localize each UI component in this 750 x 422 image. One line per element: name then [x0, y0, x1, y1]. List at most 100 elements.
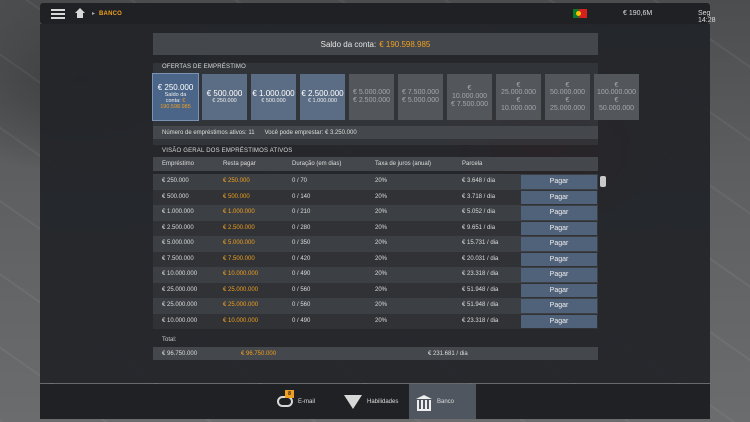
- game-clock: Seg 14:28: [698, 10, 716, 24]
- table-row: € 500.000 € 500.000 0 / 140 20% € 3.718 / di…: [153, 189, 598, 205]
- balance-amount: € 190.598.985: [379, 39, 431, 49]
- cell-remaining: € 10.000.000: [223, 317, 259, 324]
- total-installment: € 231.681 / dia: [428, 351, 468, 357]
- home-icon[interactable]: [74, 8, 86, 19]
- nav-email-label: E-mail: [298, 398, 316, 405]
- cell-rate: 20%: [375, 286, 388, 293]
- loans-table: € 250.000 € 250.000 0 / 70 20% € 3.648 / dia…: [153, 174, 598, 329]
- total-label: Total:: [162, 337, 177, 343]
- cell-installment: € 23.318 / dia: [462, 317, 499, 324]
- table-row: € 25.000.000 € 25.000.000 0 / 560 20% € 51.9…: [153, 282, 598, 298]
- loan-offer-25000000: € 25.000.000 € 10.000.000: [496, 74, 541, 120]
- chevron-right-icon: ▸: [92, 11, 96, 17]
- pay-button[interactable]: Pagar: [521, 237, 597, 251]
- breadcrumb[interactable]: BANCO: [99, 11, 122, 17]
- pay-button[interactable]: Pagar: [521, 268, 597, 282]
- loan-offer-10000000: € 10.000.000 € 7.500.000: [447, 74, 492, 120]
- loan-offer-1000000[interactable]: € 1.000.000 € 500.000: [251, 74, 296, 120]
- cell-remaining: € 10.000.000: [223, 271, 259, 277]
- pay-button[interactable]: Pagar: [521, 190, 597, 204]
- pay-button[interactable]: Pagar: [521, 206, 597, 220]
- nav-bank-label: Banco: [437, 398, 455, 405]
- cell-installment: € 51.948 / dia: [462, 286, 499, 293]
- cell-rate: 20%: [375, 178, 388, 184]
- cell-duration: 0 / 560: [292, 286, 311, 293]
- loan-offer-100000000: € 100.000.000 € 50.000.000: [594, 74, 639, 120]
- loan-offers: € 250.000 Saldo da conta: € 190.598.985 …: [152, 73, 639, 121]
- cell-remaining: € 500.000: [223, 193, 250, 200]
- loan-offer-250000[interactable]: € 250.000 Saldo da conta: € 190.598.985: [152, 73, 199, 121]
- loan-info-bar: Número de empréstimos ativos: 11 Você po…: [153, 126, 598, 139]
- cell-rate: 20%: [375, 255, 388, 262]
- loan-offer-5000000: € 5.000.000 € 2.500.000: [349, 74, 394, 120]
- table-scrollbar[interactable]: [600, 174, 606, 330]
- cell-duration: 0 / 560: [292, 302, 311, 308]
- cell-installment: € 20.031 / dia: [462, 255, 499, 262]
- skills-icon: [344, 394, 362, 409]
- cell-loan: € 1.000.000: [162, 209, 194, 215]
- cell-loan: € 7.500.000: [162, 255, 194, 262]
- total-remaining: € 96.750.000: [241, 351, 277, 357]
- email-icon-wrap: 8: [277, 390, 294, 407]
- cell-remaining: € 250.000: [223, 178, 250, 184]
- table-row: € 2.500.000 € 2.500.000 0 / 280 20% € 9.651 …: [153, 220, 598, 236]
- pay-button[interactable]: Pagar: [521, 283, 597, 297]
- cell-remaining: € 7.500.000: [223, 255, 255, 262]
- cell-remaining: € 25.000.000: [223, 302, 259, 308]
- cell-duration: 0 / 280: [292, 224, 311, 231]
- top-bar: ▸ BANCO € 190,6M Seg 14:28: [40, 3, 716, 24]
- overview-title: VISÃO GERAL DOS EMPRÉSTIMOS ATIVOS: [162, 148, 293, 154]
- pay-button[interactable]: Pagar: [521, 314, 597, 328]
- table-row: € 25.000.000 € 25.000.000 0 / 560 20% € 51.9…: [153, 298, 598, 314]
- cell-loan: € 25.000.000: [162, 286, 198, 293]
- pay-button[interactable]: Pagar: [521, 299, 597, 313]
- table-row: € 5.000.000 € 5.000.000 0 / 350 20% € 15.731…: [153, 236, 598, 252]
- cell-installment: € 15.731 / dia: [462, 240, 499, 246]
- cell-duration: 0 / 70: [292, 178, 308, 184]
- table-row: € 10.000.000 € 10.000.000 0 / 490 20% € 23.3…: [153, 267, 598, 283]
- active-loans-count: Número de empréstimos ativos: 11: [162, 129, 255, 136]
- nav-bank[interactable]: Banco: [409, 384, 476, 419]
- cell-duration: 0 / 140: [292, 193, 311, 200]
- cell-installment: € 9.651 / dia: [462, 224, 496, 231]
- table-header: Empréstimo Resta pagar Duração (em dias)…: [153, 157, 598, 171]
- pay-button[interactable]: Pagar: [521, 252, 597, 266]
- cell-rate: 20%: [375, 240, 388, 246]
- col-remaining: Resta pagar: [223, 161, 256, 167]
- cell-loan: € 25.000.000: [162, 302, 198, 308]
- pay-button[interactable]: Pagar: [521, 221, 597, 235]
- bank-icon: [416, 394, 432, 411]
- bank-panel: Saldo da conta: € 190.598.985 OFERTAS DE…: [40, 24, 710, 383]
- cell-remaining: € 5.000.000: [223, 240, 255, 246]
- loan-offer-2500000[interactable]: € 2.500.000 € 1.000.000: [300, 74, 345, 120]
- cell-rate: 20%: [375, 271, 388, 277]
- cell-duration: 0 / 420: [292, 255, 311, 262]
- menu-icon[interactable]: [51, 8, 65, 19]
- table-row: € 10.000.000 € 10.000.000 0 / 490 20% € 23.3…: [153, 313, 598, 329]
- nav-email[interactable]: 8 E-mail: [277, 384, 325, 419]
- cell-loan: € 5.000.000: [162, 240, 194, 246]
- cell-installment: € 23.318 / dia: [462, 271, 499, 277]
- cell-duration: 0 / 210: [292, 209, 311, 215]
- cell-loan: € 10.000.000: [162, 317, 198, 324]
- scroll-thumb[interactable]: [600, 176, 606, 187]
- cell-installment: € 51.948 / dia: [462, 302, 499, 308]
- cell-rate: 20%: [375, 317, 388, 324]
- cell-remaining: € 1.000.000: [223, 209, 255, 215]
- loan-offer-50000000: € 50.000.000 € 25.000.000: [545, 74, 590, 120]
- flag-icon: [573, 9, 587, 18]
- nav-skills-label: Habilidades: [367, 398, 399, 405]
- pay-button[interactable]: Pagar: [521, 175, 597, 189]
- cell-duration: 0 / 490: [292, 317, 311, 324]
- cell-loan: € 10.000.000: [162, 271, 198, 277]
- cell-installment: € 5.052 / dia: [462, 209, 496, 215]
- cell-remaining: € 2.500.000: [223, 224, 255, 231]
- loan-offer-500000[interactable]: € 500.000 € 250.000: [202, 74, 247, 120]
- bottom-nav: 8 E-mail Habilidades Banco: [40, 384, 710, 419]
- nav-skills[interactable]: Habilidades: [344, 384, 408, 419]
- col-loan: Empréstimo: [162, 161, 195, 167]
- cell-duration: 0 / 350: [292, 240, 311, 246]
- cell-loan: € 500.000: [162, 193, 189, 200]
- cell-duration: 0 / 490: [292, 271, 311, 277]
- total-row: € 96.750.000 € 96.750.000 € 231.681 / di…: [153, 347, 598, 360]
